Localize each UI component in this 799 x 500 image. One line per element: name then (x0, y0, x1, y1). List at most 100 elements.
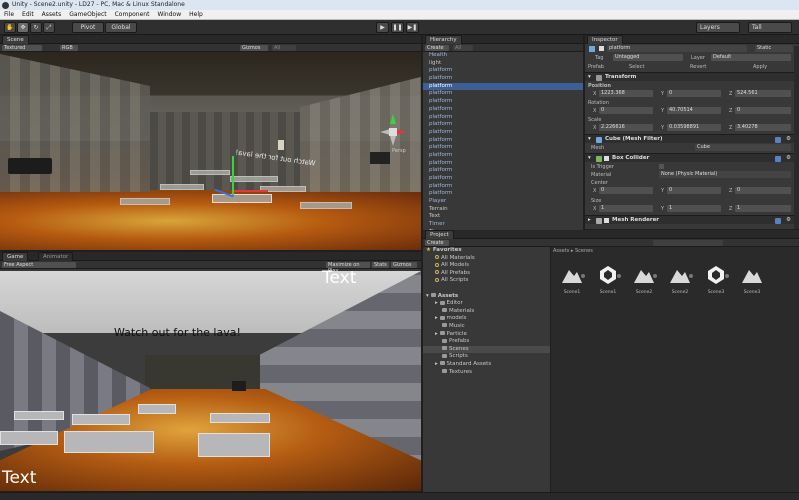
hierarchy-item[interactable]: platform (423, 167, 583, 175)
gizmos-dropdown[interactable]: Gizmos (240, 45, 268, 51)
move-gizmo-x-axis[interactable] (234, 190, 268, 192)
folder-item[interactable]: Textures (423, 369, 550, 377)
scene-search-input[interactable]: All (272, 45, 296, 51)
active-checkbox[interactable] (599, 46, 604, 51)
folder-item[interactable]: Scripts (423, 353, 550, 361)
hierarchy-item[interactable]: platform (423, 98, 583, 106)
hierarchy-item[interactable]: platform (423, 175, 583, 183)
mesh-renderer-component-header[interactable]: ▸ Mesh Renderer ⚙ (585, 215, 799, 224)
favorites-header[interactable]: ★ Favorites (423, 247, 550, 255)
tab-scene[interactable]: Scene (2, 35, 29, 44)
mesh-renderer-enabled-checkbox[interactable] (604, 218, 609, 223)
help-book-icon[interactable] (775, 137, 781, 143)
tab-project[interactable]: Project (425, 230, 454, 239)
scale-z-field[interactable]: 3.40278 (735, 124, 791, 131)
folder-item[interactable]: ▸ Standard Assets (423, 361, 550, 369)
menu-component[interactable]: Component (111, 10, 154, 20)
project-search-input[interactable] (653, 240, 723, 246)
hierarchy-item[interactable]: platform (423, 121, 583, 129)
object-name-field[interactable]: platform (607, 45, 747, 52)
asset-expand-arrow-icon[interactable] (725, 274, 729, 278)
game-viewport[interactable]: Watch out for the lava! (0, 271, 421, 491)
help-book-icon[interactable] (775, 156, 781, 162)
hierarchy-item[interactable]: platform (423, 82, 583, 91)
scene-platform[interactable] (120, 198, 170, 205)
material-object-field[interactable]: None (Physic Material) (659, 171, 791, 178)
hierarchy-item[interactable]: platform (423, 144, 583, 152)
position-y-field[interactable]: 0 (667, 90, 721, 97)
favorite-item[interactable]: All Prefabs (423, 270, 550, 278)
play-button[interactable]: ▶ (376, 22, 389, 33)
menu-file[interactable]: File (0, 10, 18, 20)
asset-tile[interactable]: Scene2 (667, 264, 693, 306)
prefab-revert-button[interactable]: Revert (690, 63, 706, 71)
hierarchy-item[interactable]: Health (423, 52, 583, 60)
rotation-y-field[interactable]: 40.70514 (667, 107, 721, 114)
asset-expand-arrow-icon[interactable] (689, 274, 693, 278)
game-gizmos-dropdown[interactable]: Gizmos (391, 262, 417, 268)
rotation-z-field[interactable]: 0 (735, 107, 791, 114)
mesh-object-field[interactable]: Cube (695, 144, 791, 151)
folder-item[interactable]: Prefabs (423, 338, 550, 346)
hierarchy-item[interactable]: platform (423, 106, 583, 114)
stats-toggle[interactable]: Stats (372, 262, 389, 268)
scale-y-field[interactable]: 0.03598891 (667, 124, 721, 131)
hierarchy-item[interactable]: Terrain (423, 206, 583, 214)
asset-tile[interactable]: Scene3 (703, 264, 729, 306)
pivot-toggle[interactable]: Pivot (72, 22, 104, 33)
box-collider-component-header[interactable]: ▾ Box Collider ⚙ (585, 153, 799, 162)
size-y-field[interactable]: 1 (667, 205, 721, 212)
prefab-apply-button[interactable]: Apply (753, 63, 767, 71)
component-settings-gear-icon[interactable]: ⚙ (786, 154, 791, 163)
hierarchy-create-dropdown[interactable]: Create (425, 45, 449, 51)
folder-item[interactable]: Music (423, 323, 550, 331)
size-z-field[interactable]: 1 (735, 205, 791, 212)
tab-game[interactable]: Game (2, 252, 29, 261)
favorite-item[interactable]: All Materials (423, 255, 550, 263)
hierarchy-item[interactable]: platform (423, 183, 583, 191)
scale-tool-button[interactable]: ⤢ (43, 22, 55, 33)
move-tool-button[interactable]: ✥ (17, 22, 29, 33)
folder-item[interactable]: ▸ Editor (423, 300, 550, 308)
folder-item-selected[interactable]: Scenes (423, 345, 550, 354)
hierarchy-item[interactable]: Text (423, 213, 583, 221)
scene-platform[interactable] (190, 170, 230, 175)
menu-window[interactable]: Window (153, 10, 185, 20)
rotation-x-field[interactable]: 0 (599, 107, 653, 114)
hierarchy-item[interactable]: platform (423, 152, 583, 160)
hierarchy-search-input[interactable]: All (453, 45, 473, 51)
aspect-dropdown[interactable]: Free Aspect (2, 262, 76, 268)
hierarchy-item[interactable]: platform (423, 90, 583, 98)
menu-help[interactable]: Help (185, 10, 207, 20)
pause-button[interactable]: ❚❚ (391, 22, 404, 33)
step-button[interactable]: ▶❚ (406, 22, 419, 33)
global-toggle[interactable]: Global (105, 22, 137, 33)
rotate-tool-button[interactable]: ↻ (30, 22, 42, 33)
hierarchy-item[interactable]: platform (423, 160, 583, 168)
help-book-icon[interactable] (775, 218, 781, 224)
hierarchy-item[interactable]: platform (423, 114, 583, 122)
size-x-field[interactable]: 1 (599, 205, 653, 212)
hierarchy-item[interactable]: Player (423, 198, 583, 206)
folder-item[interactable]: ▸ Particle (423, 331, 550, 339)
transform-component-header[interactable]: ▾ Transform (585, 72, 799, 81)
layers-dropdown[interactable]: Layers (696, 22, 740, 33)
inspector-scrollbar[interactable] (794, 46, 799, 229)
prefab-select-button[interactable]: Select (629, 63, 644, 71)
menu-assets[interactable]: Assets (38, 10, 66, 20)
is-trigger-checkbox[interactable] (659, 164, 664, 169)
hierarchy-item[interactable]: platform (423, 67, 583, 75)
position-z-field[interactable]: 524.561 (735, 90, 791, 97)
position-x-field[interactable]: 1223.368 (599, 90, 653, 97)
hierarchy-item[interactable]: platform (423, 129, 583, 137)
asset-tile[interactable]: Scene1 (595, 264, 621, 306)
tab-inspector[interactable]: Inspector (587, 35, 623, 44)
assets-root-folder[interactable]: ▾ Assets (423, 293, 550, 301)
asset-expand-arrow-icon[interactable] (617, 274, 621, 278)
component-settings-gear-icon[interactable]: ⚙ (786, 216, 791, 225)
component-settings-gear-icon[interactable]: ⚙ (786, 135, 791, 144)
orientation-gizmo[interactable] (378, 112, 408, 152)
scene-viewport[interactable]: Watch out for the lava! Persp (0, 52, 421, 250)
scene-platform-selected[interactable] (212, 194, 272, 203)
render-mode-dropdown[interactable]: RGB (60, 45, 78, 51)
